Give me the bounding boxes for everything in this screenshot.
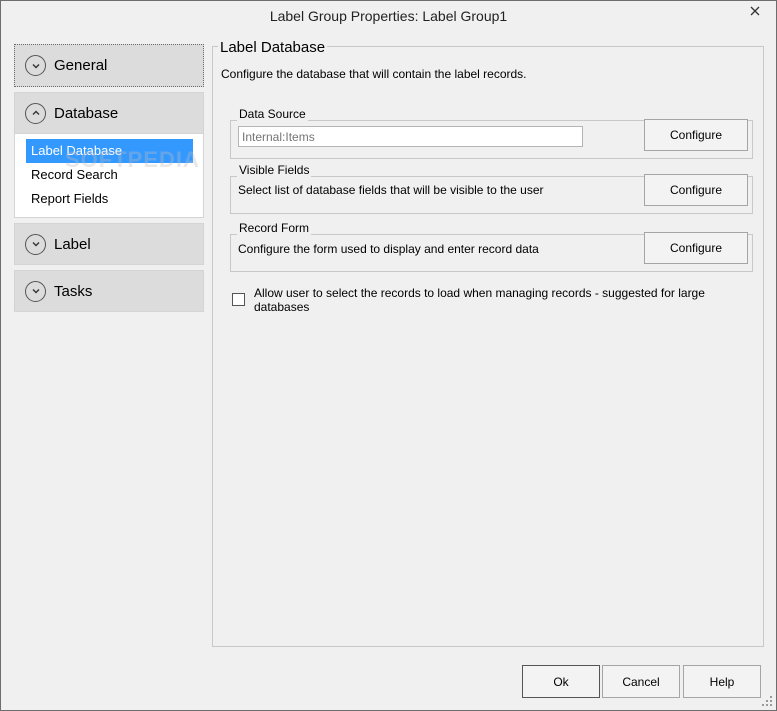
nav-section-label: Database — [54, 104, 119, 122]
configure-visible-fields-button[interactable]: Configure — [644, 174, 748, 206]
nav-item-label-database[interactable]: Label Database — [26, 139, 193, 163]
close-icon — [750, 6, 760, 16]
close-button[interactable] — [740, 1, 770, 21]
panel-title: Label Database — [218, 39, 328, 56]
chevron-down-icon — [25, 233, 46, 255]
panel-description: Configure the database that will contain… — [221, 67, 527, 81]
nav-section-database[interactable]: Database — [14, 92, 204, 134]
chevron-down-icon — [25, 280, 46, 302]
chevron-up-icon — [25, 102, 46, 124]
visible-fields-legend: Visible Fields — [237, 163, 312, 177]
nav-section-general[interactable]: General — [14, 44, 204, 87]
nav-item-report-fields[interactable]: Report Fields — [26, 187, 193, 211]
title-bar[interactable]: Label Group Properties: Label Group1 — [1, 1, 776, 32]
nav-section-tasks[interactable]: Tasks — [14, 270, 204, 312]
configure-data-source-button[interactable]: Configure — [644, 119, 748, 151]
nav-section-label: General — [54, 57, 108, 74]
help-button[interactable]: Help — [683, 665, 761, 698]
nav-item-record-search[interactable]: Record Search — [26, 163, 193, 187]
dialog-window: Label Group Properties: Label Group1 Gen… — [0, 0, 777, 711]
nav-section-label-settings[interactable]: Label — [14, 223, 204, 265]
allow-record-select-label: Allow user to select the records to load… — [254, 286, 705, 314]
chevron-down-icon — [25, 55, 46, 76]
record-form-text: Configure the form used to display and e… — [238, 242, 539, 256]
nav-section-label: Label — [54, 235, 91, 253]
data-source-legend: Data Source — [237, 107, 308, 121]
resize-grip-icon[interactable] — [761, 695, 773, 707]
configure-record-form-button[interactable]: Configure — [644, 232, 748, 264]
record-form-legend: Record Form — [237, 221, 312, 235]
database-subitems: Label Database Record Search Report Fiel… — [14, 134, 204, 218]
ok-button[interactable]: Ok — [522, 665, 600, 698]
allow-record-select-checkbox[interactable] — [232, 293, 245, 306]
nav-section-label: Tasks — [54, 282, 93, 300]
visible-fields-text: Select list of database fields that will… — [238, 183, 544, 197]
cancel-button[interactable]: Cancel — [602, 665, 680, 698]
window-title: Label Group Properties: Label Group1 — [269, 8, 508, 24]
data-source-input[interactable] — [238, 126, 583, 147]
